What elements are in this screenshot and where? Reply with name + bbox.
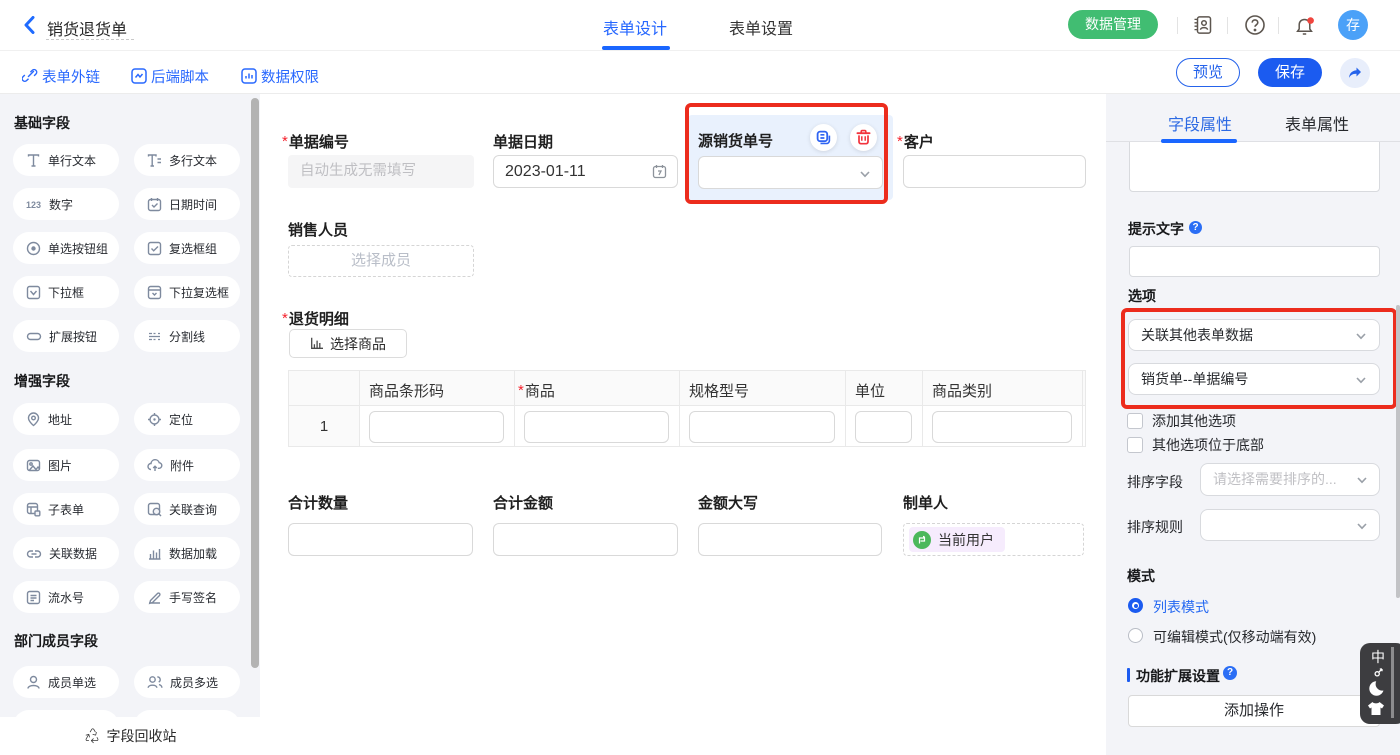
- svg-text:123: 123: [26, 200, 41, 210]
